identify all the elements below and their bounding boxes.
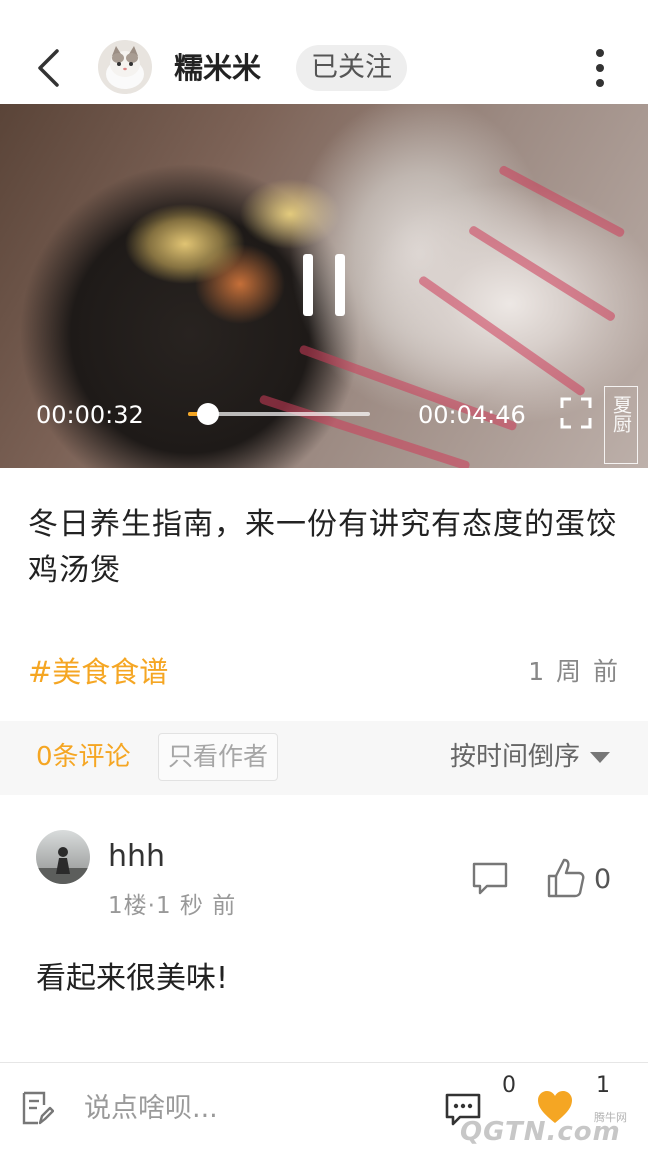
comment-meta: 1楼·1 秒 前 (108, 893, 237, 919)
sort-label: 按时间倒序 (449, 742, 580, 772)
fullscreen-icon (560, 397, 592, 429)
comments-count: 0 (502, 1073, 516, 1098)
comment-like-count: 0 (594, 864, 612, 895)
total-time: 00:04:46 (418, 401, 526, 429)
pause-icon-bar (335, 254, 345, 316)
video-frame-detail (497, 164, 626, 239)
dot (596, 79, 604, 87)
thumbs-up-icon (547, 858, 585, 898)
commenter-avatar-image (36, 830, 90, 884)
dot (596, 49, 604, 57)
video-frame-detail (467, 224, 617, 323)
pause-icon-bar (303, 254, 313, 316)
top-bar: 糯米米 已关注 (0, 0, 648, 104)
author-name[interactable]: 糯米米 (174, 46, 261, 90)
commenter-name[interactable]: hhh (108, 836, 165, 878)
chat-bubble-icon (472, 862, 508, 895)
comment-count: 0条评论 (36, 742, 131, 772)
sort-button[interactable]: 按时间倒序 (450, 737, 610, 777)
video-player[interactable]: 00:00:32 00:04:46 夏厨 (0, 104, 648, 468)
post-title: 冬日养生指南，来一份有讲究有态度的蛋饺鸡汤煲 (28, 507, 617, 588)
topic-tag[interactable]: #美食食谱 (28, 650, 168, 694)
edit-icon[interactable] (20, 1089, 55, 1127)
caret-down-icon (590, 751, 610, 763)
progress-handle[interactable] (197, 403, 220, 425)
current-time: 00:00:32 (36, 401, 144, 429)
bottom-action-bar: 0 1 腾牛网 QGTN.com (0, 1062, 648, 1152)
comment-filter-bar: 0条评论 只看作者 按时间倒序 (0, 721, 648, 795)
edit-note-icon (22, 1091, 55, 1125)
fullscreen-button[interactable] (560, 397, 592, 429)
cat-avatar-image (98, 40, 152, 94)
post-time: 1 周 前 (528, 657, 620, 686)
video-frame-detail (417, 274, 587, 397)
progress-bar[interactable] (188, 403, 370, 425)
video-watermark: 夏厨 (604, 386, 638, 464)
more-options-button[interactable] (580, 40, 620, 96)
dot (596, 64, 604, 72)
pause-button[interactable] (303, 254, 345, 316)
author-avatar[interactable] (98, 40, 152, 94)
author-only-button[interactable]: 只看作者 (158, 733, 279, 781)
site-watermark: QGTN.com (460, 1117, 621, 1147)
follow-button[interactable]: 已关注 (296, 45, 407, 91)
comment-input[interactable] (84, 1087, 384, 1129)
chevron-left-icon (38, 49, 59, 87)
commenter-avatar[interactable] (36, 830, 90, 884)
likes-count: 1 (596, 1073, 610, 1098)
comment-like-button[interactable] (546, 856, 586, 900)
comment-text: 看起来很美味! (36, 961, 229, 996)
reply-button[interactable] (470, 858, 510, 898)
back-button[interactable] (24, 40, 72, 96)
watermark-text: 夏厨 (610, 395, 632, 433)
